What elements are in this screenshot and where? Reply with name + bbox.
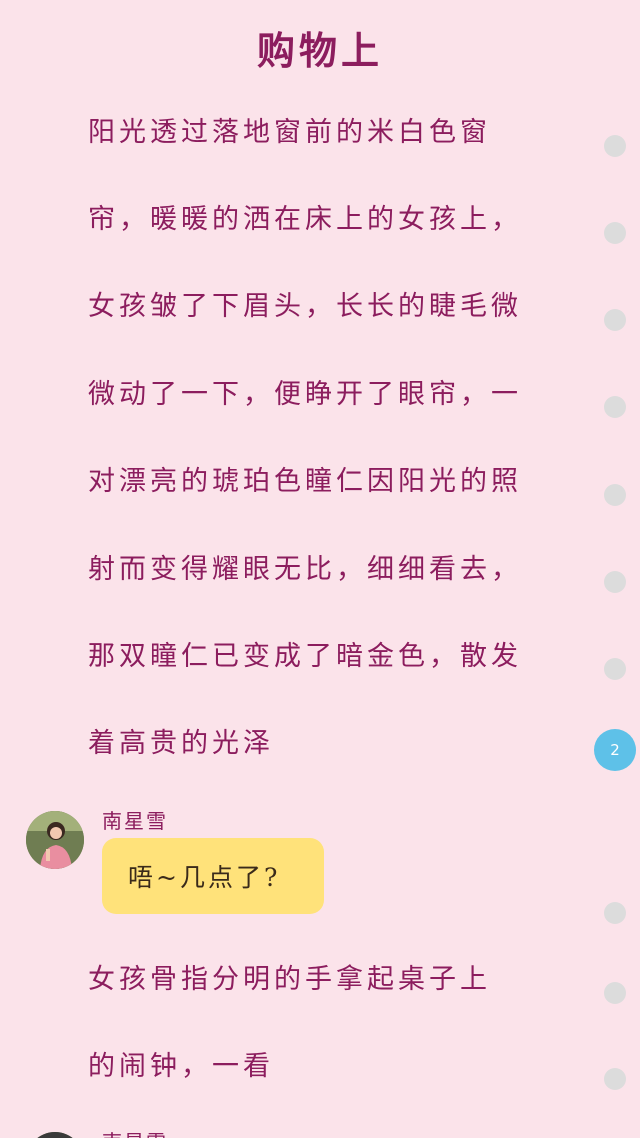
message-text: 唔~几点了?	[128, 863, 281, 892]
comment-dot[interactable]	[604, 135, 626, 157]
comment-dot[interactable]	[604, 1068, 626, 1090]
paragraph-line: 对漂亮的琥珀色瞳仁因阳光的照	[88, 466, 522, 497]
avatar[interactable]	[26, 1132, 84, 1138]
speaker-name: 南星雪	[102, 809, 168, 833]
paragraph-line: 女孩皱了下眉头，长长的睫毛微	[88, 291, 522, 322]
message-bubble[interactable]: 唔~几点了?	[102, 838, 324, 914]
comment-dot[interactable]	[604, 309, 626, 331]
avatar-image	[26, 1132, 84, 1138]
comment-dot[interactable]	[604, 396, 626, 418]
paragraph-line: 的闹钟，一看	[88, 1051, 274, 1082]
avatar-image	[26, 811, 84, 869]
page-title: 购物上	[256, 28, 383, 73]
comment-dot[interactable]	[604, 902, 626, 924]
avatar[interactable]	[26, 811, 84, 869]
paragraph-line: 着高贵的光泽	[88, 728, 274, 759]
speaker-name: 南星雪	[102, 1126, 168, 1138]
comment-dot[interactable]	[604, 982, 626, 1004]
comment-dot[interactable]	[604, 222, 626, 244]
paragraph-line: 那双瞳仁已变成了暗金色，散发	[88, 641, 522, 672]
comment-dot[interactable]	[604, 571, 626, 593]
paragraph-line: 微动了一下，便睁开了眼帘，一	[88, 379, 522, 410]
paragraph-line: 女孩骨指分明的手拿起桌子上	[88, 964, 491, 995]
paragraph-line: 帘，暖暖的洒在床上的女孩上，	[88, 204, 522, 235]
comment-count-badge[interactable]: 2	[594, 729, 636, 771]
paragraph-line: 阳光透过落地窗前的米白色窗	[88, 117, 491, 148]
comment-dot[interactable]	[604, 484, 626, 506]
comment-dot[interactable]	[604, 658, 626, 680]
paragraph-line: 射而变得耀眼无比，细细看去，	[88, 554, 522, 585]
